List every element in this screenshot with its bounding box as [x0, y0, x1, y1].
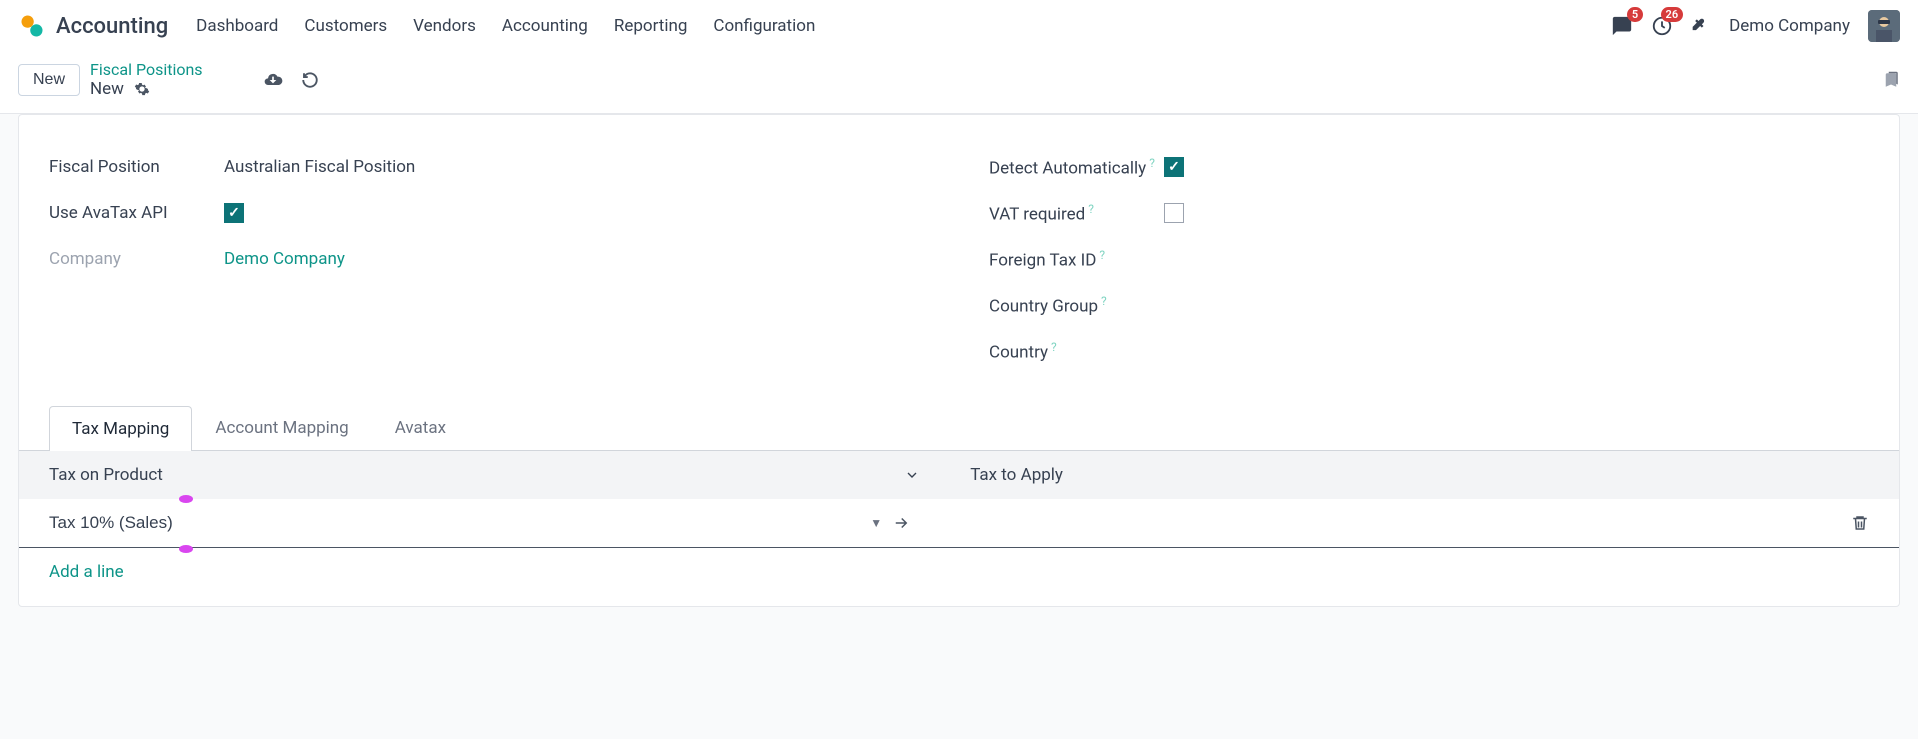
- cloud-save-icon[interactable]: [263, 70, 283, 90]
- open-record-icon[interactable]: [892, 514, 910, 532]
- cursor-indicator-icon: [179, 545, 193, 553]
- use-avatax-label: Use AvaTax API: [49, 203, 224, 223]
- help-icon[interactable]: ?: [1101, 294, 1107, 308]
- tab-account-mapping[interactable]: Account Mapping: [192, 405, 371, 450]
- gear-icon[interactable]: [134, 81, 150, 97]
- fiscal-position-label: Fiscal Position: [49, 157, 224, 177]
- top-nav: Accounting Dashboard Customers Vendors A…: [0, 0, 1918, 52]
- fiscal-position-value[interactable]: Australian Fiscal Position: [224, 157, 929, 177]
- col-tax-on-product[interactable]: Tax on Product: [19, 451, 940, 499]
- tools-icon[interactable]: [1691, 16, 1711, 36]
- nav-vendors[interactable]: Vendors: [413, 16, 476, 36]
- chevron-down-icon[interactable]: [904, 467, 920, 483]
- messages-badge: 5: [1627, 7, 1643, 22]
- app-logo-icon[interactable]: [18, 12, 46, 40]
- help-icon[interactable]: ?: [1099, 248, 1105, 262]
- nav-right: 5 26 Demo Company: [1611, 10, 1900, 42]
- messages-icon[interactable]: 5: [1611, 15, 1633, 37]
- notebook-tabs: Tax Mapping Account Mapping Avatax: [19, 405, 1899, 451]
- form-right-column: Detect Automatically? VAT required? Fore…: [989, 145, 1869, 375]
- tax-on-product-input[interactable]: [49, 513, 870, 533]
- help-icon[interactable]: ?: [1149, 156, 1155, 170]
- activities-icon[interactable]: 26: [1651, 15, 1673, 37]
- detect-auto-label: Detect Automatically?: [989, 156, 1164, 179]
- vat-required-checkbox[interactable]: [1164, 203, 1184, 223]
- detect-auto-checkbox[interactable]: [1164, 157, 1184, 177]
- tab-tax-mapping[interactable]: Tax Mapping: [49, 406, 192, 451]
- form-sheet: Fiscal Position Australian Fiscal Positi…: [18, 114, 1900, 607]
- nav-menu: Dashboard Customers Vendors Accounting R…: [196, 16, 815, 36]
- add-line-button[interactable]: Add a line: [19, 548, 1899, 596]
- vat-required-label: VAT required?: [989, 202, 1164, 225]
- delete-row-icon[interactable]: [1851, 514, 1869, 532]
- nav-customers[interactable]: Customers: [304, 16, 387, 36]
- user-avatar[interactable]: [1868, 10, 1900, 42]
- foreign-tax-label: Foreign Tax ID?: [989, 248, 1164, 271]
- tab-avatax[interactable]: Avatax: [372, 405, 469, 450]
- nav-reporting[interactable]: Reporting: [614, 16, 688, 36]
- country-group-label: Country Group?: [989, 294, 1164, 317]
- new-button[interactable]: New: [18, 64, 80, 96]
- breadcrumb-row: New Fiscal Positions New: [0, 52, 1918, 114]
- company-selector[interactable]: Demo Company: [1729, 16, 1850, 36]
- app-title[interactable]: Accounting: [56, 14, 168, 39]
- country-label: Country?: [989, 340, 1164, 363]
- dropdown-caret-icon[interactable]: ▼: [870, 516, 882, 530]
- use-avatax-checkbox[interactable]: [224, 203, 244, 223]
- nav-dashboard[interactable]: Dashboard: [196, 16, 278, 36]
- help-icon[interactable]: ?: [1051, 340, 1057, 354]
- discard-icon[interactable]: [301, 71, 319, 89]
- nav-configuration[interactable]: Configuration: [713, 16, 815, 36]
- tax-to-apply-cell[interactable]: [940, 509, 1851, 537]
- breadcrumb-parent[interactable]: Fiscal Positions: [90, 60, 203, 79]
- breadcrumb-current: New: [90, 79, 124, 99]
- form-left-column: Fiscal Position Australian Fiscal Positi…: [49, 145, 929, 375]
- help-icon[interactable]: ?: [1088, 202, 1094, 216]
- table-header: Tax on Product Tax to Apply: [19, 451, 1899, 499]
- bookmark-icon[interactable]: [1882, 69, 1900, 91]
- nav-accounting[interactable]: Accounting: [502, 16, 588, 36]
- col-tax-to-apply[interactable]: Tax to Apply: [940, 451, 1899, 499]
- tax-mapping-table: Tax on Product Tax to Apply ▼: [19, 451, 1899, 596]
- activities-badge: 26: [1661, 7, 1684, 22]
- company-label: Company: [49, 249, 224, 269]
- company-value[interactable]: Demo Company: [224, 249, 929, 269]
- table-row: ▼: [19, 499, 1899, 548]
